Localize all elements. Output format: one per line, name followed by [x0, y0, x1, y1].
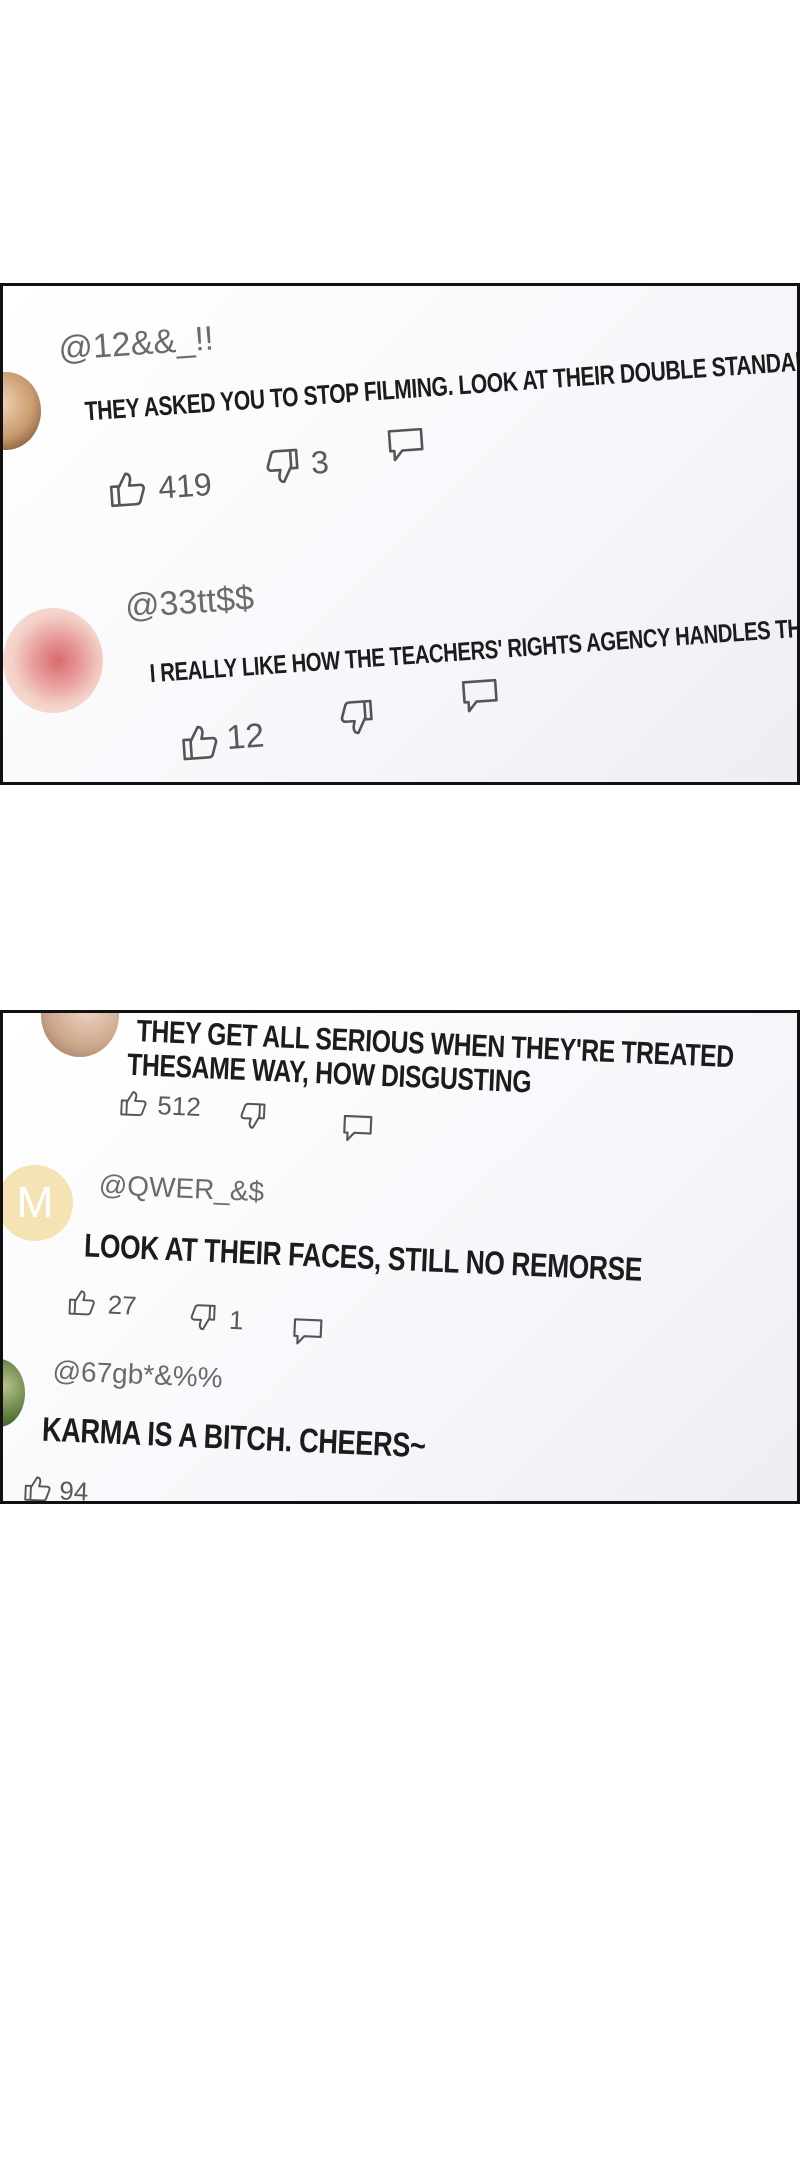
- comment-text: I REALLY LIKE HOW THE TEACHERS' RIGHTS A…: [148, 608, 800, 689]
- thumbs-down-icon[interactable]: [340, 699, 376, 737]
- thumbs-up-icon[interactable]: [23, 1474, 52, 1503]
- comment-c: @67gb*&%% KARMA IS A BITCH. CHEERS~ 94: [3, 1013, 797, 1504]
- comment-panel-1: @12&&_!! THEY ASKED YOU TO STOP FILMING.…: [0, 283, 800, 785]
- like-count: 94: [58, 1475, 89, 1504]
- comment-handle[interactable]: @33tt$$: [124, 579, 255, 627]
- comment-handle[interactable]: @67gb*&%%: [52, 1355, 223, 1394]
- comment-2: @33tt$$ I REALLY LIKE HOW THE TEACHERS' …: [3, 286, 800, 782]
- thumbs-up-icon[interactable]: [179, 722, 220, 763]
- comment-panel-2: THEY GET ALL SERIOUS WHEN THEY'RE TREATE…: [0, 1010, 800, 1504]
- reply-icon[interactable]: [461, 678, 499, 714]
- like-count: 12: [225, 716, 266, 758]
- comment-text: KARMA IS A BITCH. CHEERS~: [41, 1410, 427, 1466]
